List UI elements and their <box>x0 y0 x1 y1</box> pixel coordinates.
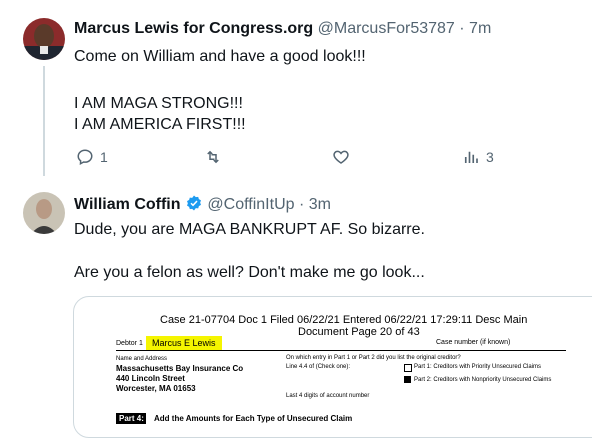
doc-creditor-line: Massachusetts Bay Insurance Co <box>116 364 244 373</box>
tweet2-author-name[interactable]: William Coffin <box>74 196 181 213</box>
doc-part1-option: Part 1: Creditors with Priority Unsecure… <box>414 364 542 370</box>
reply-button[interactable]: 1 <box>76 148 108 166</box>
tweet2-text-line: Are you a felon as well? Don't make me g… <box>74 264 425 281</box>
tweet1-text-line: Come on William and have a good look!!! <box>74 48 366 65</box>
avatar-marcus-image <box>23 18 65 60</box>
retweet-icon <box>207 150 219 164</box>
part2-checkbox <box>404 376 411 383</box>
doc-which-entry: On which entry in Part 1 or Part 2 did y… <box>286 355 461 361</box>
verified-badge-icon <box>186 195 201 211</box>
doc-case-header: Case 21-07704 Doc 1 Filed 06/22/21 Enter… <box>160 314 528 326</box>
doc-part4-label: Part 4: <box>119 414 144 423</box>
doc-page-line: Document Page 20 of 43 <box>298 326 420 338</box>
bankruptcy-document: Case 21-07704 Doc 1 Filed 06/22/21 Enter… <box>74 297 592 437</box>
tweet1-time[interactable]: · 7m <box>459 20 491 37</box>
doc-line-ref: Line 4.4 of (Check one): <box>286 364 351 370</box>
tweet1-text-line: I AM AMERICA FIRST!!! <box>74 116 246 133</box>
tweet1-header: Marcus Lewis for Congress.org @MarcusFor… <box>74 20 491 38</box>
views-count: 3 <box>486 149 494 165</box>
reply-icon <box>77 149 93 166</box>
doc-creditor-line: Worcester, MA 01653 <box>116 384 196 393</box>
views-button[interactable]: 3 <box>462 148 494 166</box>
doc-name-address-label: Name and Address <box>116 356 168 362</box>
tweet1-text-line: I AM MAGA STRONG!!! <box>74 95 243 112</box>
tweet2-time[interactable]: · 3m <box>299 196 331 213</box>
doc-creditor-line: 440 Lincoln Street <box>116 374 185 383</box>
heart-icon <box>333 150 349 164</box>
doc-part4-title: Add the Amounts for Each Type of Unsecur… <box>154 414 353 423</box>
tweet1-handle[interactable]: @MarcusFor53787 <box>318 20 455 37</box>
retweet-button[interactable] <box>203 148 223 166</box>
attached-document-image[interactable]: Case 21-07704 Doc 1 Filed 06/22/21 Enter… <box>73 296 592 438</box>
tweet2-header: William Coffin @CoffinItUp · 3m <box>74 194 331 214</box>
part1-checkbox <box>404 364 412 372</box>
avatar-william-coffin[interactable] <box>23 192 65 234</box>
doc-rule <box>116 350 566 351</box>
like-button[interactable] <box>331 148 351 166</box>
doc-debtor-label: Debtor 1 <box>116 340 143 347</box>
doc-debtor-name: Marcus E Lewis <box>152 338 216 348</box>
thread-line <box>43 66 45 176</box>
avatar-marcus-lewis[interactable] <box>23 18 65 60</box>
avatar-william-image <box>23 192 65 234</box>
reply-count: 1 <box>100 149 108 165</box>
doc-part2-option: Part 2: Creditors with Nonpriority Unsec… <box>414 377 552 383</box>
doc-case-number: Case number (if known) <box>436 339 511 346</box>
doc-last4: Last 4 digits of account number <box>286 393 370 399</box>
tweet2-text-line: Dude, you are MAGA BANKRUPT AF. So bizar… <box>74 221 425 238</box>
views-icon <box>464 151 478 163</box>
tweet1-author-name[interactable]: Marcus Lewis for Congress.org <box>74 20 313 37</box>
tweet2-handle[interactable]: @CoffinItUp <box>207 196 294 213</box>
